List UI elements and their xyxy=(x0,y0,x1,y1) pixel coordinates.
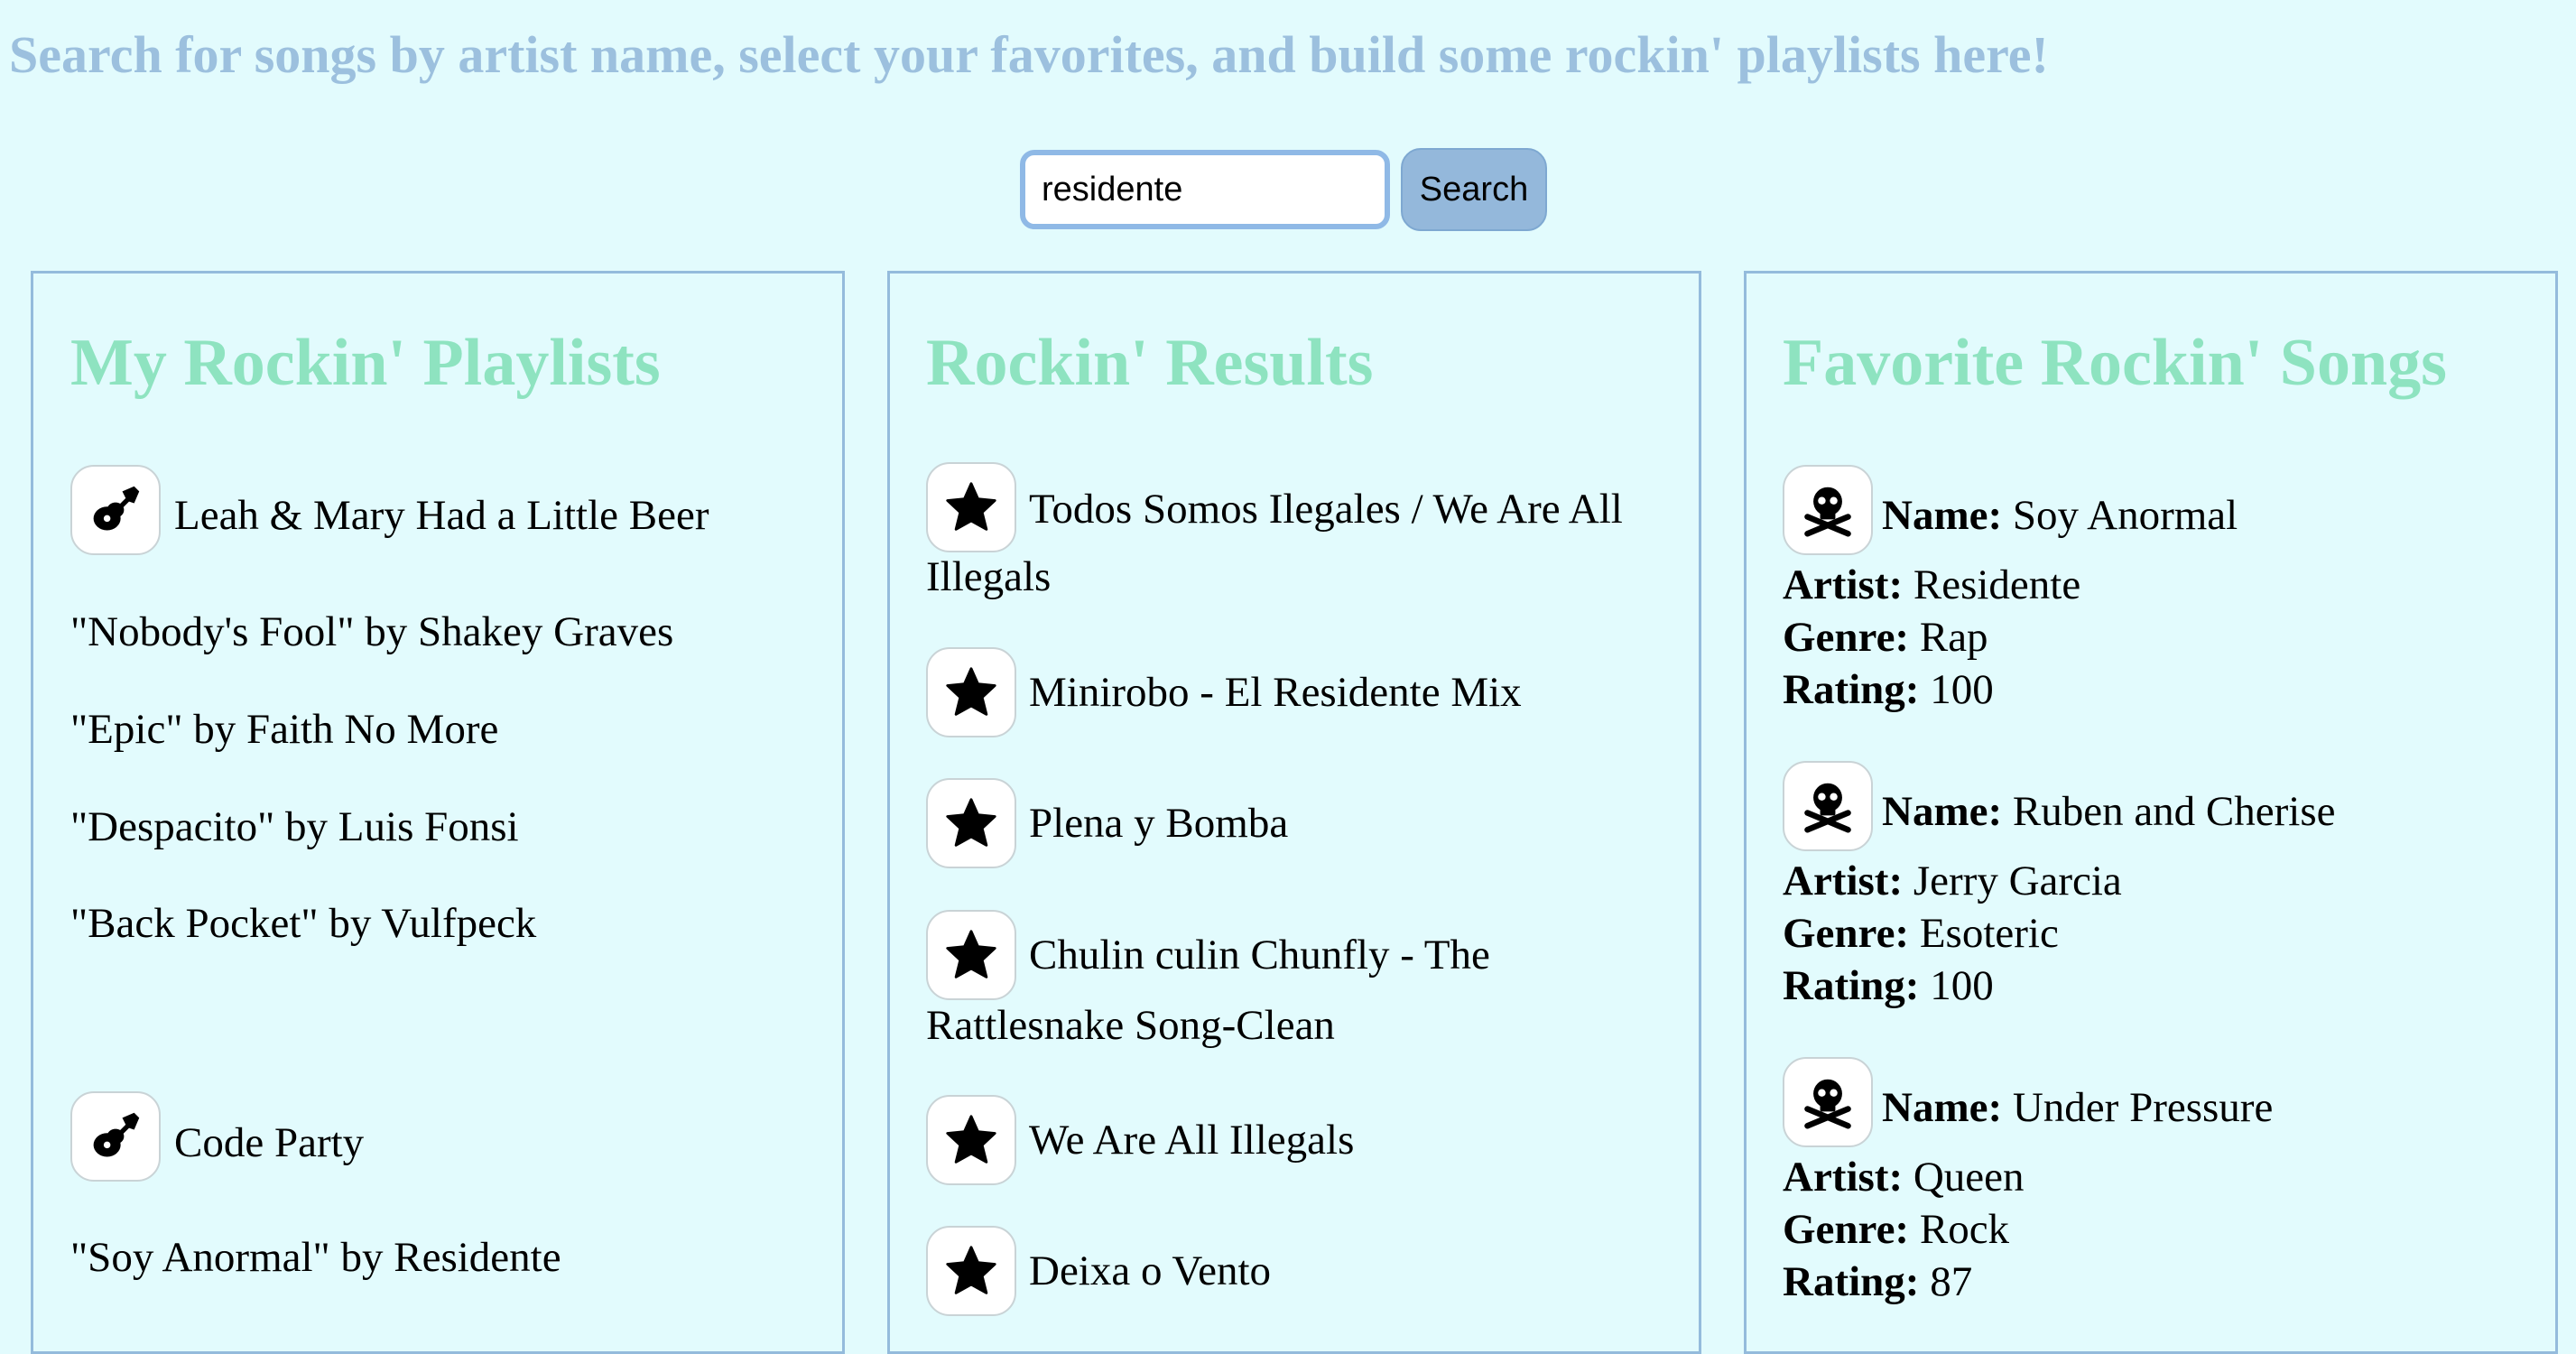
result-title: Deixa o Vento xyxy=(1029,1247,1272,1294)
favorite-song-genre: Genre: Esoteric xyxy=(1783,910,2059,957)
playlist-guitar-button[interactable] xyxy=(70,465,161,555)
favorite-song-artist: Artist: Jerry Garcia xyxy=(1783,858,2122,904)
favorite-song-rating: Rating: 100 xyxy=(1783,666,1994,713)
result-title: We Are All Illegals xyxy=(1029,1117,1355,1164)
favorite-song-genre: Genre: Rock xyxy=(1783,1206,2010,1253)
playlists-title: My Rockin' Playlists xyxy=(70,326,661,400)
star-icon xyxy=(946,798,996,847)
guitar-icon xyxy=(93,1112,140,1157)
playlist-song: "Nobody's Fool" by Shakey Graves xyxy=(70,608,674,655)
remove-favorite-button[interactable] xyxy=(1783,465,1873,555)
favorite-star-button[interactable] xyxy=(926,778,1016,868)
star-icon xyxy=(946,667,996,716)
skull-crossbones-icon xyxy=(1804,487,1851,537)
playlist-guitar-button[interactable] xyxy=(70,1091,161,1182)
playlist-title: Leah & Mary Had a Little Beer xyxy=(174,492,709,539)
star-icon xyxy=(946,482,996,531)
search-button[interactable]: Search xyxy=(1401,148,1547,231)
playlist-song: "Despacito" by Luis Fonsi xyxy=(70,803,519,850)
favorite-song-name: Name: Ruben and Cherise xyxy=(1882,788,2336,835)
remove-favorite-button[interactable] xyxy=(1783,1057,1873,1147)
remove-favorite-button[interactable] xyxy=(1783,761,1873,851)
page-tagline: Search for songs by artist name, select … xyxy=(9,25,2049,84)
search-bar: Search xyxy=(1020,148,1547,231)
result-title: Todos Somos Ilegales / We Are All xyxy=(1029,486,1623,533)
result-title: Chulin culin Chunfly - The xyxy=(1029,932,1490,978)
favorite-song-rating: Rating: 100 xyxy=(1783,962,1994,1009)
favorite-star-button[interactable] xyxy=(926,462,1016,552)
result-title: Minirobo - El Residente Mix xyxy=(1029,669,1522,716)
playlist-song: "Soy Anormal" by Residente xyxy=(70,1234,561,1281)
favorite-song-artist: Artist: Queen xyxy=(1783,1154,2025,1201)
playlist-song: "Back Pocket" by Vulfpeck xyxy=(70,900,537,947)
star-icon xyxy=(946,1246,996,1294)
result-title-continued: Rattlesnake Song-Clean xyxy=(926,1002,1335,1049)
favorite-song-artist: Artist: Residente xyxy=(1783,561,2081,608)
favorite-star-button[interactable] xyxy=(926,910,1016,1000)
favorite-star-button[interactable] xyxy=(926,1095,1016,1185)
guitar-icon xyxy=(93,486,140,531)
favorite-song-rating: Rating: 87 xyxy=(1783,1258,1973,1305)
result-title: Plena y Bomba xyxy=(1029,800,1289,847)
star-icon xyxy=(946,930,996,978)
favorite-song-genre: Genre: Rap xyxy=(1783,614,1988,661)
favorite-song-name: Name: Soy Anormal xyxy=(1882,492,2238,539)
result-title-continued: Illegals xyxy=(926,553,1052,600)
playlist-song: "Epic" by Faith No More xyxy=(70,706,499,753)
favorite-star-button[interactable] xyxy=(926,647,1016,737)
results-title: Rockin' Results xyxy=(926,326,1374,400)
playlist-title: Code Party xyxy=(174,1119,365,1166)
favorites-title: Favorite Rockin' Songs xyxy=(1783,326,2447,400)
skull-crossbones-icon xyxy=(1804,783,1851,833)
favorite-star-button[interactable] xyxy=(926,1226,1016,1316)
skull-crossbones-icon xyxy=(1804,1079,1851,1129)
search-input[interactable] xyxy=(1020,150,1390,229)
favorite-song-name: Name: Under Pressure xyxy=(1882,1084,2274,1131)
star-icon xyxy=(946,1115,996,1164)
